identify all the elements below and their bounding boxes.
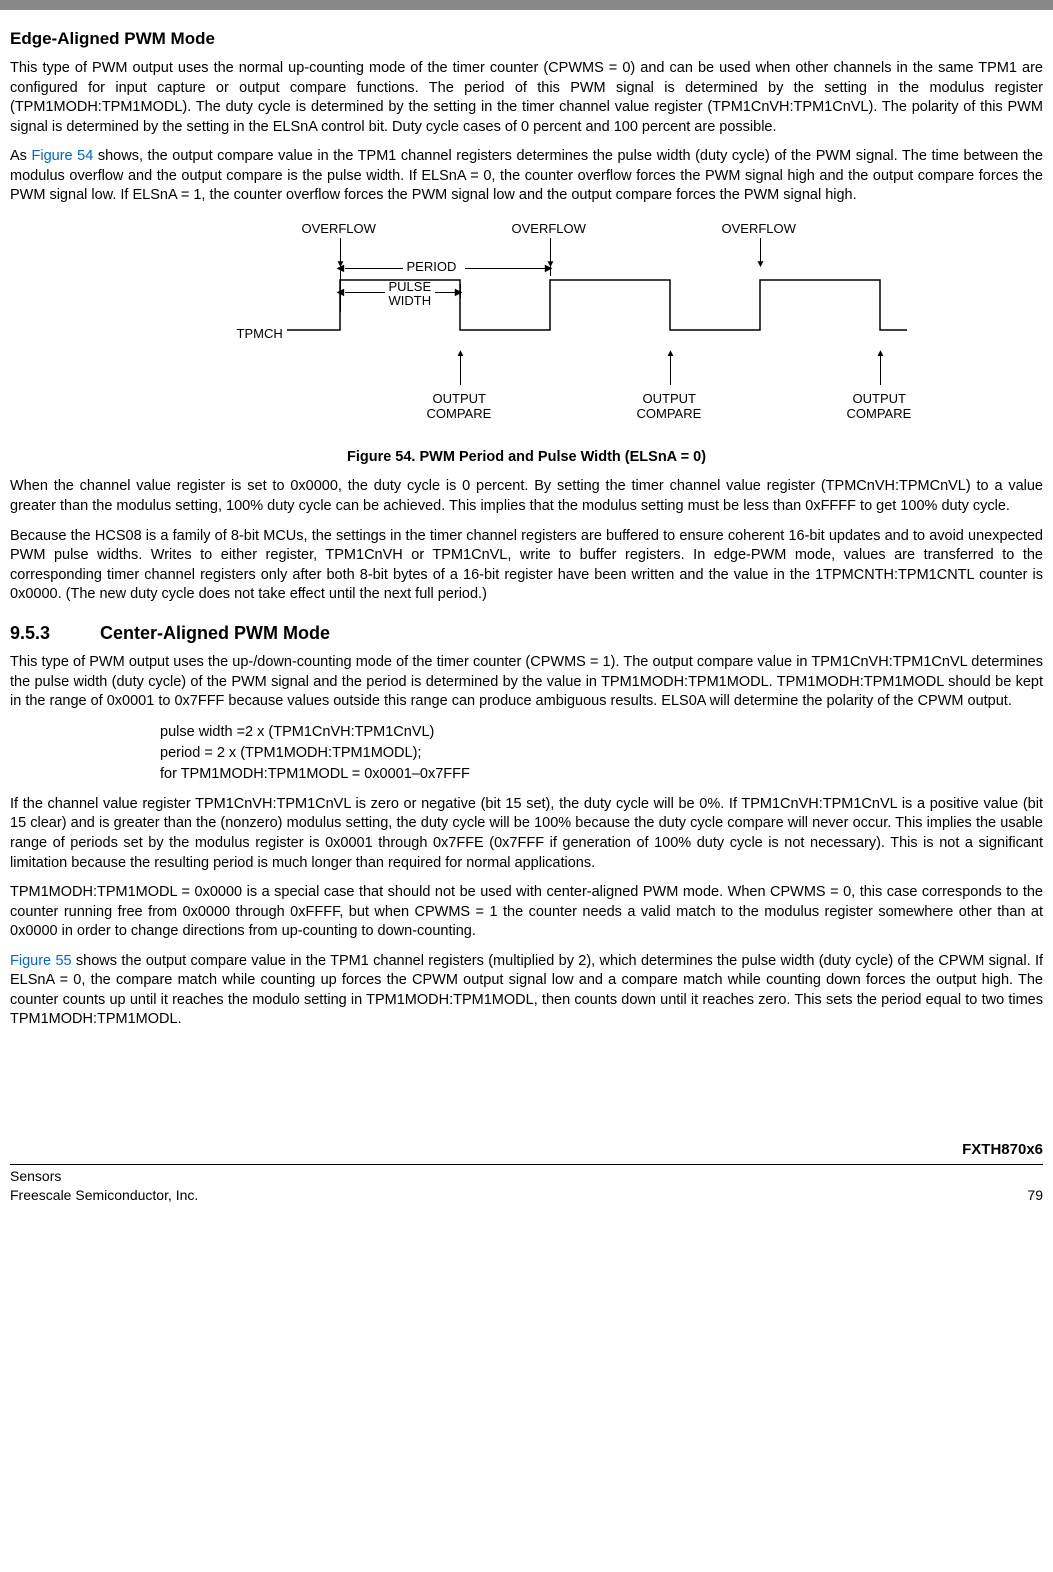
formula-line: pulse width =2 x (TPM1CnVH:TPM1CnVL) — [160, 722, 1043, 743]
label-overflow: OVERFLOW — [722, 220, 796, 238]
figure-caption: Figure 54. PWM Period and Pulse Width (E… — [10, 448, 1043, 468]
page-content: Edge-Aligned PWM Mode This type of PWM o… — [0, 28, 1053, 1030]
label-overflow: OVERFLOW — [512, 220, 586, 238]
text: shows, the output compare value in the T… — [10, 148, 1043, 203]
label-compare: COMPARE — [637, 405, 702, 423]
paragraph: Because the HCS08 is a family of 8-bit M… — [10, 527, 1043, 605]
arrow-up-icon — [880, 355, 881, 385]
footer-left-1: Sensors — [10, 1167, 61, 1186]
arrow-down-icon — [550, 238, 551, 264]
paragraph: Figure 55 shows the output compare value… — [10, 952, 1043, 1030]
paragraph: If the channel value register TPM1CnVH:T… — [10, 795, 1043, 873]
arrow-right-icon — [465, 268, 545, 269]
header-accent-bar — [0, 0, 1053, 10]
formula-line: for TPM1MODH:TPM1MODL = 0x0001–0x7FFF — [160, 764, 1043, 785]
figure-xref[interactable]: Figure 55 — [10, 953, 72, 969]
arrow-left-icon — [345, 268, 403, 269]
arrow-up-icon — [670, 355, 671, 385]
arrow-up-icon — [460, 355, 461, 385]
section-heading-text: Center-Aligned PWM Mode — [100, 623, 330, 643]
paragraph: TPM1MODH:TPM1MODL = 0x0000 is a special … — [10, 883, 1043, 942]
paragraph: This type of PWM output uses the normal … — [10, 59, 1043, 137]
label-compare: COMPARE — [427, 405, 492, 423]
section-title-edge-aligned: Edge-Aligned PWM Mode — [10, 28, 1043, 51]
footer-rule — [10, 1164, 1043, 1165]
paragraph: When the channel value register is set t… — [10, 477, 1043, 516]
pwm-waveform — [287, 270, 907, 350]
label-overflow: OVERFLOW — [302, 220, 376, 238]
arrow-down-icon — [760, 238, 761, 264]
formula-block: pulse width =2 x (TPM1CnVH:TPM1CnVL) per… — [160, 722, 1043, 785]
footer-page-number: 79 — [1027, 1186, 1043, 1205]
arrow-down-icon — [340, 238, 341, 264]
text: As — [10, 148, 32, 164]
figure-xref[interactable]: Figure 54 — [32, 148, 94, 164]
text: shows the output compare value in the TP… — [10, 953, 1043, 1028]
label-compare: COMPARE — [847, 405, 912, 423]
paragraph: As Figure 54 shows, the output compare v… — [10, 147, 1043, 206]
page-footer: FXTH870x6 Sensors Freescale Semiconducto… — [0, 1140, 1053, 1215]
label-tpmch: TPMCH — [237, 325, 283, 343]
formula-line: period = 2 x (TPM1MODH:TPM1MODL); — [160, 743, 1043, 764]
figure-pwm-diagram: OVERFLOW OVERFLOW OVERFLOW PERIOD PULSE … — [167, 220, 887, 440]
section-number: 9.5.3 — [10, 621, 100, 645]
footer-model: FXTH870x6 — [10, 1140, 1043, 1160]
footer-left-2: Freescale Semiconductor, Inc. — [10, 1186, 198, 1205]
section-title-center-aligned: 9.5.3Center-Aligned PWM Mode — [10, 621, 1043, 645]
paragraph: This type of PWM output uses the up-/dow… — [10, 653, 1043, 712]
